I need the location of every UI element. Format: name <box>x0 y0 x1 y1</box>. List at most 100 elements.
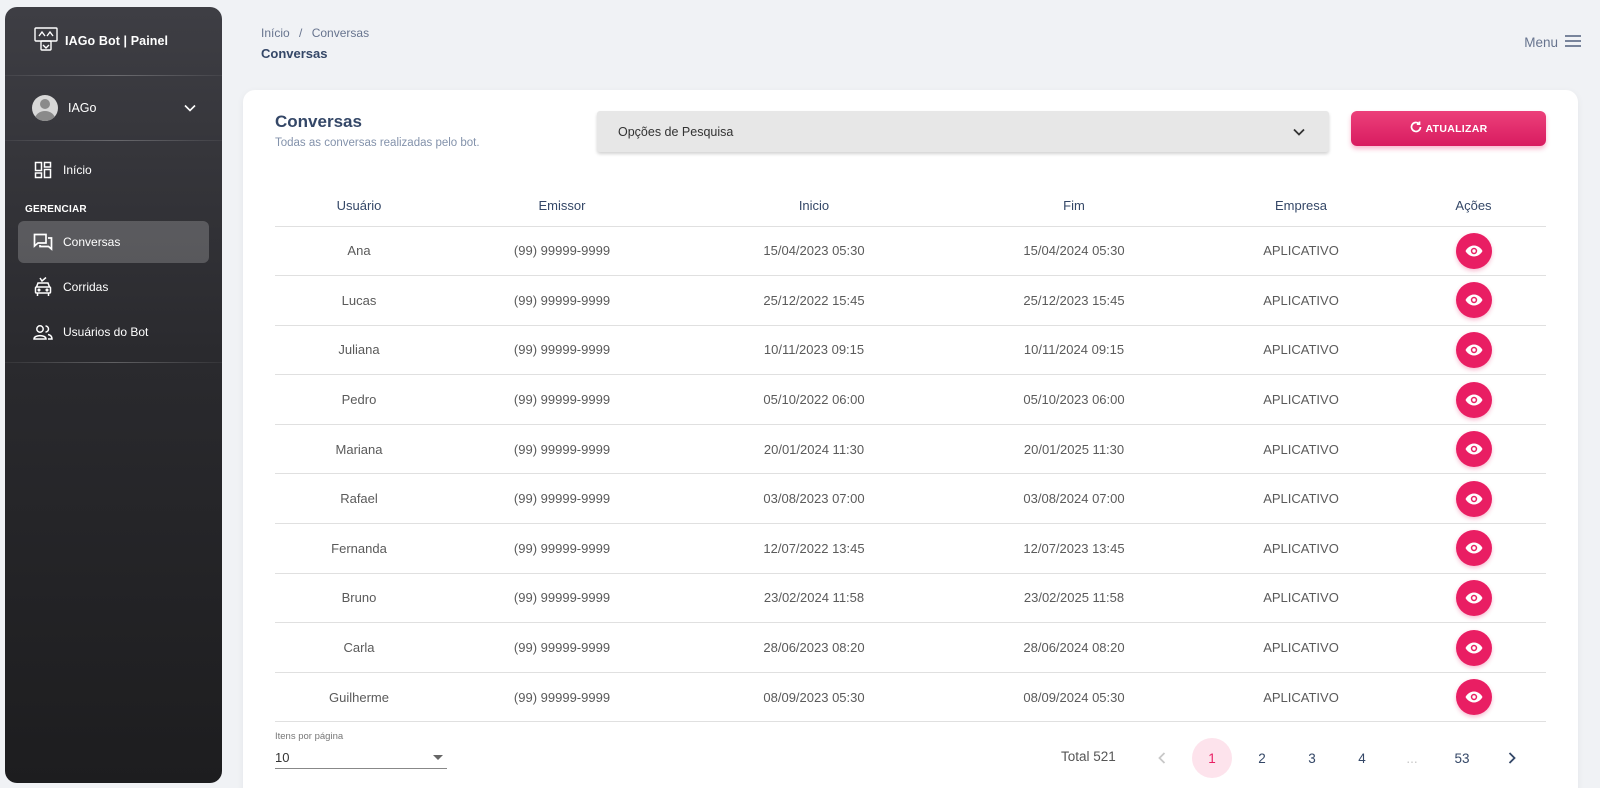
view-conversation-button[interactable] <box>1455 232 1492 269</box>
cell-inicio: 10/11/2023 09:15 <box>681 325 947 376</box>
avatar <box>32 95 58 121</box>
cell-emissor: (99) 99999-9999 <box>443 325 681 376</box>
chat-icon <box>33 232 53 252</box>
eye-icon <box>1465 642 1483 654</box>
column-header-inicio[interactable]: Inicio <box>681 186 947 227</box>
cell-acoes <box>1401 573 1546 624</box>
cell-emissor: (99) 99999-9999 <box>443 226 681 277</box>
page-button-3[interactable]: 3 <box>1292 738 1332 778</box>
view-conversation-button[interactable] <box>1455 530 1492 567</box>
view-conversation-button[interactable] <box>1455 579 1492 616</box>
search-options-panel[interactable]: Opções de Pesquisa <box>597 111 1329 152</box>
cell-usuario: Carla <box>275 622 443 673</box>
eye-icon <box>1465 691 1483 703</box>
eye-icon <box>1465 294 1483 306</box>
sidebar-item-label: Início <box>63 163 92 177</box>
refresh-button[interactable]: ATUALIZAR <box>1351 111 1546 146</box>
sidebar-item-inicio[interactable]: Início <box>18 149 209 191</box>
column-header-usuario[interactable]: Usuário <box>275 186 443 227</box>
breadcrumb-current: Conversas <box>311 26 370 40</box>
cell-inicio: 03/08/2023 07:00 <box>681 473 947 525</box>
column-header-acoes: Ações <box>1401 186 1546 227</box>
cell-fim: 05/10/2023 06:00 <box>947 374 1201 425</box>
sidebar-item-usuarios-do-bot[interactable]: Usuários do Bot <box>18 311 209 353</box>
cell-empresa: APLICATIVO <box>1201 374 1401 425</box>
conversations-card: Conversas Todas as conversas realizadas … <box>243 90 1578 788</box>
column-header-emissor[interactable]: Emissor <box>443 186 681 227</box>
page-ellipsis: ... <box>1406 750 1418 766</box>
section-label: GERENCIAR <box>25 204 87 215</box>
eye-icon <box>1465 394 1483 406</box>
page-button-53[interactable]: 53 <box>1442 738 1482 778</box>
cell-emissor: (99) 99999-9999 <box>443 622 681 673</box>
cell-empresa: APLICATIVO <box>1201 226 1401 277</box>
table-body: Ana (99) 99999-9999 15/04/2023 05:30 15/04/… <box>275 226 1546 723</box>
cell-acoes <box>1401 523 1546 574</box>
conversations-table: Usuário Emissor Inicio Fim Empresa Ações… <box>275 186 1546 723</box>
cell-emissor: (99) 99999-9999 <box>443 424 681 475</box>
view-conversation-button[interactable] <box>1455 679 1492 716</box>
cell-acoes <box>1401 473 1546 525</box>
cell-acoes <box>1401 275 1546 326</box>
breadcrumb-home[interactable]: Início <box>261 26 290 40</box>
cell-acoes <box>1401 325 1546 376</box>
view-conversation-button[interactable] <box>1455 629 1492 666</box>
cell-usuario: Guilherme <box>275 672 443 723</box>
table-row: Lucas (99) 99999-9999 25/12/2022 15:45 25/1… <box>275 275 1546 326</box>
page-list: 1 2 3 4... 53 <box>1187 738 1487 778</box>
brand[interactable]: IAGo Bot | Painel <box>5 7 222 75</box>
prev-page-button[interactable] <box>1142 738 1182 778</box>
sidebar-nav: Início GERENCIAR Conversas Corridas Usuá… <box>5 141 222 353</box>
cell-empresa: APLICATIVO <box>1201 672 1401 723</box>
cell-fim: 20/01/2025 11:30 <box>947 424 1201 475</box>
cell-empresa: APLICATIVO <box>1201 424 1401 475</box>
cell-usuario: Juliana <box>275 325 443 376</box>
chevron-down-icon <box>1293 125 1305 139</box>
view-conversation-button[interactable] <box>1455 331 1492 368</box>
cell-fim: 28/06/2024 08:20 <box>947 622 1201 673</box>
cell-inicio: 08/09/2023 05:30 <box>681 672 947 723</box>
cell-emissor: (99) 99999-9999 <box>443 473 681 525</box>
pagination: 1 2 3 4... 53 <box>1137 738 1537 778</box>
card-title: Conversas <box>275 112 362 131</box>
cell-usuario: Lucas <box>275 275 443 326</box>
items-per-page-select[interactable]: 10 <box>275 746 447 769</box>
menu-label: Menu <box>1524 35 1558 50</box>
page-button-2[interactable]: 2 <box>1242 738 1282 778</box>
sidebar-item-label: Conversas <box>63 235 121 249</box>
user-name: IAGo <box>68 101 97 115</box>
column-header-empresa[interactable]: Empresa <box>1201 186 1401 227</box>
eye-icon <box>1465 245 1483 257</box>
page-button-1[interactable]: 1 <box>1192 738 1232 778</box>
table-row: Carla (99) 99999-9999 28/06/2023 08:20 28/0… <box>275 622 1546 673</box>
table-row: Guilherme (99) 99999-9999 08/09/2023 05:30… <box>275 672 1546 723</box>
items-per-page: Itens por página 10 <box>275 731 447 769</box>
menu-button[interactable]: Menu <box>1524 34 1582 51</box>
page-button-4[interactable]: 4 <box>1342 738 1382 778</box>
eye-icon <box>1465 443 1483 455</box>
column-header-fim[interactable]: Fim <box>947 186 1201 227</box>
view-conversation-button[interactable] <box>1455 431 1492 468</box>
cell-empresa: APLICATIVO <box>1201 573 1401 624</box>
next-page-button[interactable] <box>1492 738 1532 778</box>
sidebar-item-conversas[interactable]: Conversas <box>18 221 209 263</box>
breadcrumb-separator: / <box>299 26 303 40</box>
cell-usuario: Ana <box>275 226 443 277</box>
view-conversation-button[interactable] <box>1455 282 1492 319</box>
cell-empresa: APLICATIVO <box>1201 523 1401 574</box>
view-conversation-button[interactable] <box>1455 381 1492 418</box>
cell-inicio: 20/01/2024 11:30 <box>681 424 947 475</box>
caret-down-icon <box>433 754 443 760</box>
sidebar-item-label: Corridas <box>63 280 109 294</box>
table-row: Bruno (99) 99999-9999 23/02/2024 11:58 23/0… <box>275 573 1546 624</box>
view-conversation-button[interactable] <box>1455 480 1492 517</box>
user-menu[interactable]: IAGo <box>5 76 222 140</box>
cell-empresa: APLICATIVO <box>1201 473 1401 525</box>
cell-inicio: 05/10/2022 06:00 <box>681 374 947 425</box>
cell-usuario: Mariana <box>275 424 443 475</box>
sidebar-item-corridas[interactable]: Corridas <box>18 266 209 308</box>
cell-empresa: APLICATIVO <box>1201 325 1401 376</box>
eye-icon <box>1465 344 1483 356</box>
items-per-page-value: 10 <box>275 749 290 765</box>
cell-usuario: Rafael <box>275 473 443 525</box>
